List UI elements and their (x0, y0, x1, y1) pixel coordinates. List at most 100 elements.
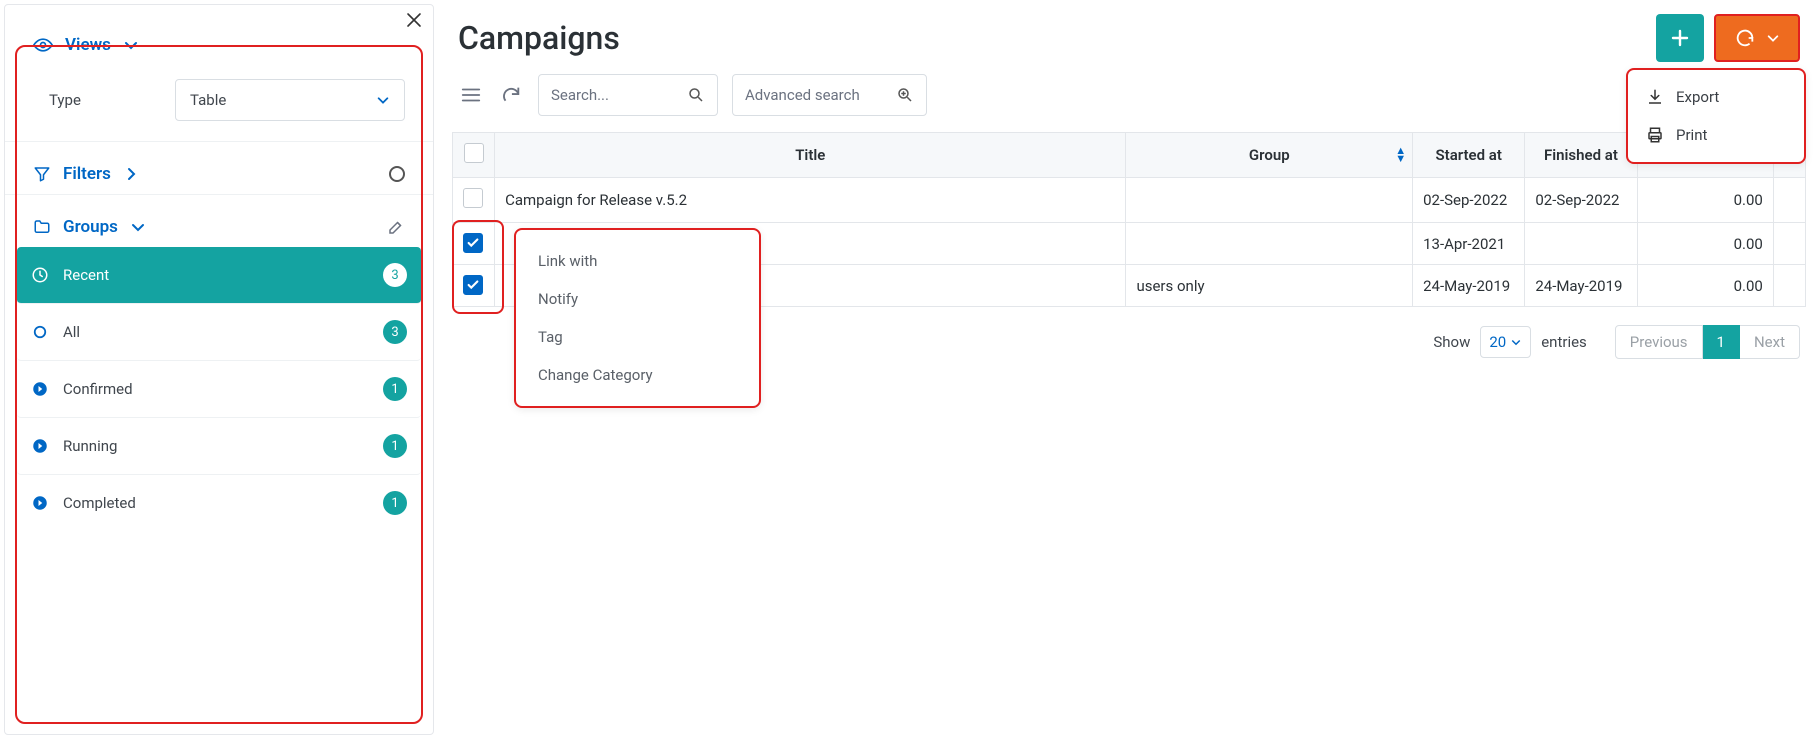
close-icon[interactable] (405, 11, 423, 29)
search-input[interactable]: Search... (538, 74, 718, 116)
cell-actions (1773, 223, 1805, 265)
group-label: Running (63, 437, 117, 455)
group-label: Confirmed (63, 380, 133, 398)
edit-icon[interactable] (387, 218, 405, 236)
cell-actions (1773, 265, 1805, 307)
group-label: Recent (63, 266, 109, 284)
page-size-select[interactable]: 20 (1480, 326, 1531, 358)
arrow-icon (31, 437, 49, 455)
group-item-recent[interactable]: Recent 3 (17, 247, 421, 304)
menu-item-export[interactable]: Export (1628, 78, 1804, 116)
cell-started: 02-Sep-2022 (1413, 178, 1525, 223)
entries-label: entries (1541, 333, 1587, 351)
refresh-icon[interactable] (498, 82, 524, 108)
select-all-header[interactable] (453, 133, 495, 178)
type-label: Type (49, 91, 81, 109)
checkbox-icon (463, 275, 483, 295)
views-label: Views (65, 35, 111, 55)
group-item-running[interactable]: Running 1 (17, 418, 421, 475)
circle-icon (31, 323, 49, 341)
advanced-search-button[interactable]: Advanced search (732, 74, 927, 116)
menu-item-print[interactable]: Print (1628, 116, 1804, 154)
chevron-down-icon (1766, 31, 1780, 45)
groups-label: Groups (63, 217, 118, 237)
filter-icon (33, 165, 51, 183)
filter-status-icon (389, 166, 405, 182)
cell-ratio: 0.00 (1637, 223, 1773, 265)
chevron-down-icon (123, 37, 139, 53)
search-icon (687, 86, 705, 104)
group-label: Completed (63, 494, 136, 512)
advanced-search-label: Advanced search (745, 86, 860, 104)
main: Campaigns ExportPrint Search... (452, 4, 1810, 735)
group-label: All (63, 323, 80, 341)
col-finished[interactable]: Finished at (1525, 133, 1637, 178)
row-checkbox[interactable] (453, 265, 495, 307)
refresh-down-icon (1734, 27, 1756, 49)
context-menu: Link withNotifyTagChange Category (514, 228, 761, 408)
filters-header[interactable]: Filters (5, 141, 433, 194)
page-number-button[interactable]: 1 (1703, 325, 1740, 359)
chevron-down-icon (376, 93, 390, 107)
col-title[interactable]: Title (495, 133, 1126, 178)
table-container: Title Group ▲▼ Started at Finished at Su… (452, 132, 1806, 307)
group-count: 3 (383, 263, 407, 287)
view-type-row: Type Table (5, 65, 433, 141)
cell-started: 13-Apr-2021 (1413, 223, 1525, 265)
col-started[interactable]: Started at (1413, 133, 1525, 178)
views-header[interactable]: Views (5, 13, 433, 65)
menu-item-change-category[interactable]: Change Category (516, 356, 759, 394)
chevron-down-icon (130, 219, 146, 235)
search-plus-icon (896, 86, 914, 104)
row-checkbox[interactable] (453, 223, 495, 265)
actions-menu: ExportPrint (1626, 68, 1806, 164)
cell-title: Campaign for Release v.5.2 (495, 178, 1126, 223)
type-value: Table (190, 91, 226, 109)
groups-header[interactable]: Groups (5, 194, 433, 247)
eye-icon (33, 35, 53, 55)
cell-ratio: 0.00 (1637, 265, 1773, 307)
table-row[interactable]: Campaign for Release v.5.2 02-Sep-202202-… (453, 178, 1806, 223)
view-type-select[interactable]: Table (175, 79, 405, 121)
page-size-value: 20 (1489, 333, 1506, 351)
chevron-down-icon (1510, 336, 1522, 348)
checkbox-icon (463, 188, 483, 208)
checkbox-icon (464, 143, 484, 163)
checkbox-icon (463, 233, 483, 253)
arrow-icon (31, 494, 49, 512)
chevron-right-icon (123, 166, 139, 182)
group-count: 1 (383, 434, 407, 458)
cell-finished: 02-Sep-2022 (1525, 178, 1637, 223)
group-count: 1 (383, 377, 407, 401)
search-placeholder: Search... (551, 86, 609, 104)
clock-icon (31, 266, 49, 284)
add-button[interactable] (1656, 14, 1704, 62)
group-item-all[interactable]: All 3 (17, 304, 421, 361)
arrow-icon (31, 380, 49, 398)
download-icon (1646, 88, 1664, 106)
cell-group (1126, 178, 1413, 223)
cell-ratio: 0.00 (1637, 178, 1773, 223)
group-count: 3 (383, 320, 407, 344)
cell-group (1126, 223, 1413, 265)
row-checkbox[interactable] (453, 178, 495, 223)
cell-actions (1773, 178, 1805, 223)
prev-page-button[interactable]: Previous (1615, 325, 1703, 359)
print-icon (1646, 126, 1664, 144)
menu-icon[interactable] (458, 82, 484, 108)
group-item-completed[interactable]: Completed1 (17, 475, 421, 531)
group-item-confirmed[interactable]: Confirmed 1 (17, 361, 421, 418)
actions-dropdown-button[interactable] (1714, 14, 1800, 62)
cell-started: 24-May-2019 (1413, 265, 1525, 307)
page-title: Campaigns (458, 19, 620, 57)
cell-group: users only (1126, 265, 1413, 307)
next-page-button[interactable]: Next (1740, 325, 1800, 359)
sort-icon: ▲▼ (1395, 147, 1406, 163)
menu-item-notify[interactable]: Notify (516, 280, 759, 318)
cell-finished (1525, 223, 1637, 265)
menu-item-link-with[interactable]: Link with (516, 242, 759, 280)
filters-label: Filters (63, 164, 111, 184)
menu-item-tag[interactable]: Tag (516, 318, 759, 356)
col-group[interactable]: Group ▲▼ (1126, 133, 1413, 178)
folder-icon (33, 218, 51, 236)
